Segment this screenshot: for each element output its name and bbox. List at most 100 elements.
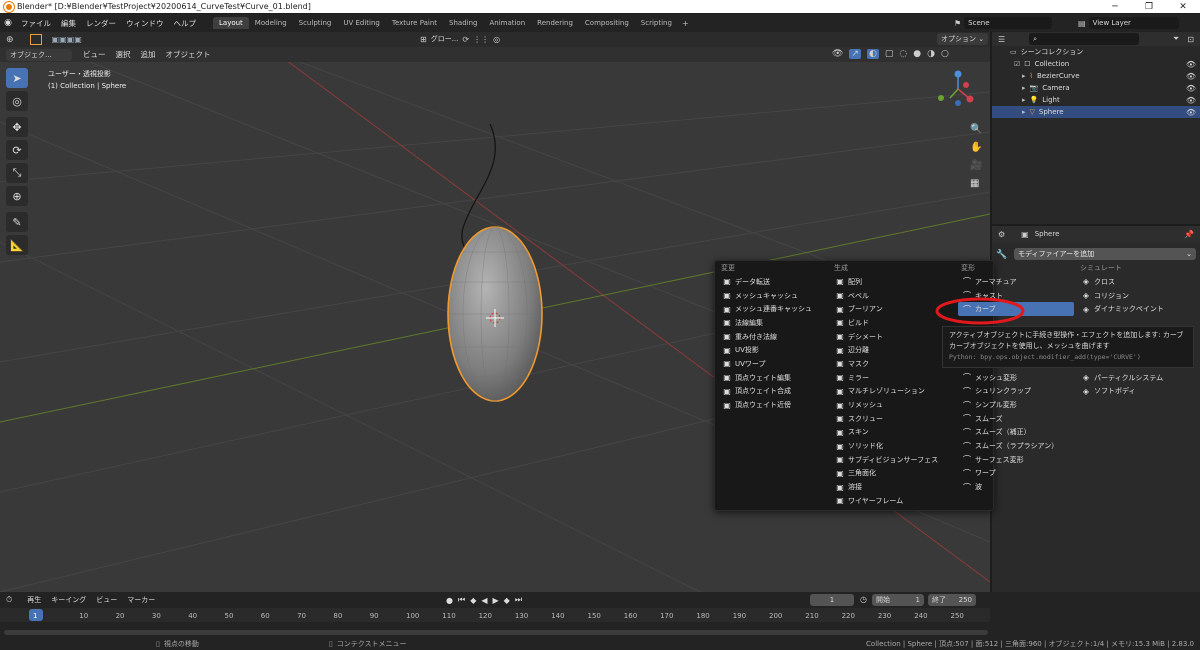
maximize-icon[interactable]: ❐ xyxy=(1132,2,1166,12)
workspace-tab[interactable]: Layout xyxy=(213,17,249,29)
modifier-menu-item[interactable]: ▣ 頂点ウェイト合成 xyxy=(718,385,830,399)
workspace-tab[interactable]: Animation xyxy=(483,17,531,29)
scene-selector[interactable]: ⚑ Scene xyxy=(954,17,1053,29)
viewport-menu-item[interactable]: ビュー xyxy=(78,49,111,60)
pivot-icon[interactable]: ⟳ xyxy=(462,35,469,44)
move-tool-icon[interactable]: ✥ xyxy=(6,117,28,137)
blender-menu-icon[interactable]: ◉ xyxy=(0,18,16,28)
add-modifier-button[interactable]: モディファイアーを追加 ⌄ xyxy=(1014,248,1196,260)
modifier-menu-item[interactable]: ▣ マスク xyxy=(831,357,955,371)
modifier-menu-item[interactable]: ▣ UV投影 xyxy=(718,343,830,357)
modifier-menu-item[interactable]: ⌒ スムーズ xyxy=(958,412,1074,426)
grid-view-icon[interactable]: ▦ xyxy=(970,178,982,189)
modifier-tab-icon[interactable]: 🔧 xyxy=(996,250,1007,260)
modifier-menu-item[interactable]: ▣ 頂点ウェイト編集 xyxy=(718,371,830,385)
outliner-item[interactable]: ▸ ⌇ BezierCurve 👁 xyxy=(992,70,1200,82)
modifier-menu-item[interactable]: ▣ 法線編集 xyxy=(718,316,830,330)
expand-arrow-icon[interactable]: ▸ xyxy=(1022,72,1026,80)
prev-key-icon[interactable]: ◆ xyxy=(470,596,476,605)
timeline-menu-item[interactable]: キーイング xyxy=(46,595,91,605)
modifier-menu-item[interactable]: ▣ 三角面化 xyxy=(831,467,955,481)
modifier-menu-item[interactable]: ▣ 重み付き法線 xyxy=(718,330,830,344)
record-icon[interactable]: ● xyxy=(446,596,453,605)
modifier-menu-item[interactable]: ◈ パーティクルシステム xyxy=(1077,371,1193,385)
eye-icon[interactable]: 👁 xyxy=(1186,60,1196,69)
modifier-menu-item[interactable]: ⌒ スムーズ（ラプラシアン） xyxy=(958,439,1074,453)
snap-icon[interactable]: ⋮⋮ xyxy=(473,35,489,44)
modifier-menu-item[interactable]: ◈ ダイナミックペイント xyxy=(1077,302,1193,316)
modifier-menu-item[interactable]: ▣ リメッシュ xyxy=(831,398,955,412)
workspace-tab[interactable]: Scripting xyxy=(635,17,678,29)
workspace-tab[interactable]: Modeling xyxy=(249,17,293,29)
modifier-menu-item[interactable]: ▣ サブディビジョンサーフェス xyxy=(831,453,955,467)
outliner-search[interactable]: ⌕ xyxy=(1029,33,1140,45)
outliner-item[interactable]: ▸ 💡 Light 👁 xyxy=(992,94,1200,106)
modifier-menu-item[interactable]: ▣ 辺分離 xyxy=(831,343,955,357)
timeline-editor-icon[interactable]: ⏱ xyxy=(6,595,12,605)
modifier-menu-item[interactable]: ▣ ソリッド化 xyxy=(831,439,955,453)
overlay-icon[interactable]: ◐ xyxy=(866,49,879,59)
add-workspace-icon[interactable]: + xyxy=(678,19,693,28)
timeline-menu-item[interactable]: マーカー xyxy=(122,595,160,605)
select-mode-icons[interactable]: ▣▣▣▣ xyxy=(52,35,82,44)
scene-field[interactable]: Scene xyxy=(964,17,1053,29)
outliner-item[interactable]: ▸ ▽ Sphere 👁 xyxy=(992,106,1200,118)
viewport-menu-item[interactable]: 追加 xyxy=(136,49,161,60)
modifier-menu-item[interactable]: ⌒ 波 xyxy=(958,480,1074,494)
modifier-menu-item[interactable]: ⌒ メッシュ変形 xyxy=(958,371,1074,385)
viewport-menu-item[interactable]: 選択 xyxy=(111,49,136,60)
workspace-tab[interactable]: Texture Paint xyxy=(386,17,443,29)
current-frame-field[interactable]: 1 xyxy=(810,594,854,606)
properties-editor-icon[interactable]: ⚙ xyxy=(998,230,1005,239)
cursor-tool-icon[interactable]: ◎ xyxy=(6,91,28,111)
eye-icon[interactable]: 👁 xyxy=(1186,96,1196,105)
xray-icon[interactable]: ▢ xyxy=(885,49,894,59)
modifier-menu-item[interactable]: ▣ メッシュ連番キャッシュ xyxy=(718,302,830,316)
select-box-tool-icon[interactable] xyxy=(29,34,42,45)
camera-view-icon[interactable]: 🎥 xyxy=(970,160,982,171)
modifier-menu-item[interactable]: ▣ UVワープ xyxy=(718,357,830,371)
modifier-menu-item[interactable]: ▣ ミラー xyxy=(831,371,955,385)
expand-arrow-icon[interactable]: ▸ xyxy=(1022,84,1026,92)
jump-start-icon[interactable]: ⏮ xyxy=(458,595,465,605)
menu-item[interactable]: ウィンドウ xyxy=(121,18,169,29)
timeline-menu-item[interactable]: 再生 xyxy=(22,595,46,605)
select-tool-icon[interactable]: ➤ xyxy=(6,68,28,88)
pan-hand-icon[interactable]: ✋ xyxy=(970,142,982,153)
shading-material-icon[interactable]: ◑ xyxy=(927,49,935,59)
expand-arrow-icon[interactable]: ▸ xyxy=(1022,96,1026,104)
eye-icon[interactable]: 👁 xyxy=(1186,72,1196,81)
next-key-icon[interactable]: ◆ xyxy=(504,596,510,605)
outliner-item[interactable]: ▸ 📷 Camera 👁 xyxy=(992,82,1200,94)
menu-item[interactable]: ファイル xyxy=(16,18,56,29)
visibility-icon[interactable]: 👁 xyxy=(832,49,843,59)
jump-end-icon[interactable]: ⏭ xyxy=(515,595,522,605)
view-layer-selector[interactable]: ▤ View Layer xyxy=(1078,17,1179,29)
workspace-tab[interactable]: Shading xyxy=(443,17,483,29)
frame-end-field[interactable]: 終了 250 xyxy=(928,594,976,606)
view-layer-field[interactable]: View Layer xyxy=(1088,17,1179,29)
modifier-menu-item[interactable]: ▣ 頂点ウェイト近傍 xyxy=(718,398,830,412)
modifier-menu-item[interactable]: ▣ マルチレゾリューション xyxy=(831,385,955,399)
options-dropdown[interactable]: オプション ⌄ xyxy=(937,33,989,45)
measure-tool-icon[interactable]: 📐 xyxy=(6,235,28,255)
modifier-menu-item[interactable]: ⌒ シュリンクラップ xyxy=(958,385,1074,399)
frame-start-field[interactable]: 開始 1 xyxy=(872,594,924,606)
outliner-root[interactable]: ▭ シーンコレクション xyxy=(992,46,1200,58)
shading-rendered-icon[interactable]: ○ xyxy=(941,49,949,59)
zoom-icon[interactable]: 🔍 xyxy=(970,124,982,135)
rotate-tool-icon[interactable]: ⟳ xyxy=(6,140,28,160)
workspace-tab[interactable]: Compositing xyxy=(579,17,635,29)
modifier-menu-item[interactable]: ⌒ シンプル変形 xyxy=(958,398,1074,412)
modifier-menu-item[interactable]: ▣ 配列 xyxy=(831,275,955,289)
modifier-menu-item[interactable]: ▣ スキン xyxy=(831,426,955,440)
modifier-menu-item[interactable]: ⌒ ワープ xyxy=(958,467,1074,481)
modifier-menu-item[interactable]: ▣ 溶接 xyxy=(831,480,955,494)
play-reverse-icon[interactable]: ◀ xyxy=(481,596,487,605)
workspace-tab[interactable]: Rendering xyxy=(531,17,579,29)
modifier-menu-item[interactable]: ▣ データ転送 xyxy=(718,275,830,289)
minimize-icon[interactable]: ─ xyxy=(1098,2,1132,12)
workspace-tab[interactable]: Sculpting xyxy=(293,17,338,29)
menu-item[interactable]: レンダー xyxy=(81,18,121,29)
mode-selector[interactable]: オブジェク... xyxy=(6,48,72,61)
